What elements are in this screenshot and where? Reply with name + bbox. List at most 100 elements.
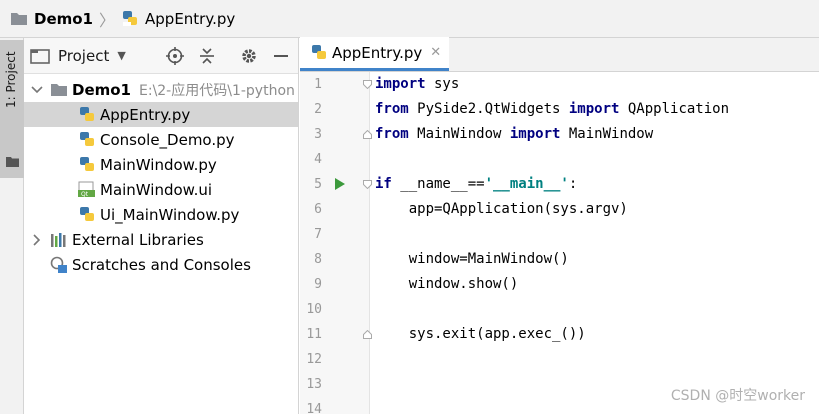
- python-file-icon: [78, 156, 96, 174]
- tree-item-label: Demo1: [72, 80, 131, 99]
- python-file-icon: [78, 106, 96, 124]
- tab-appentry[interactable]: AppEntry.py ✕: [300, 37, 450, 71]
- project-folder-icon: [30, 48, 50, 64]
- line-number: 9: [314, 277, 322, 292]
- string-token: '__main__': [484, 176, 569, 192]
- chevron-down-icon[interactable]: [30, 85, 44, 94]
- folder-icon: [50, 81, 68, 99]
- python-file-icon: [122, 10, 139, 27]
- qt-file-icon: Qt: [78, 181, 96, 199]
- tree-item-label: AppEntry.py: [100, 105, 191, 124]
- fold-marker-icon[interactable]: [363, 180, 372, 189]
- svg-text:Qt: Qt: [81, 191, 89, 198]
- code-token: MainWindow: [560, 126, 654, 142]
- code-line[interactable]: sys.exit(app.exec_()): [375, 322, 586, 347]
- tree-item-label: Ui_MainWindow.py: [100, 205, 240, 224]
- code-token: sys: [425, 76, 460, 92]
- fold-marker-icon[interactable]: [363, 130, 372, 139]
- tree-item-label: Scratches and Consoles: [72, 255, 251, 274]
- code-token: QApplication: [619, 101, 730, 117]
- python-file-icon: [310, 44, 328, 62]
- code-line[interactable]: import sys: [375, 72, 459, 97]
- run-icon[interactable]: [335, 178, 345, 190]
- breadcrumb-file-label: AppEntry.py: [145, 9, 236, 28]
- keyword-token: import: [509, 126, 561, 142]
- project-view-selector[interactable]: Project ▼: [30, 47, 126, 65]
- tree-item-console-demo[interactable]: Console_Demo.py: [24, 127, 298, 152]
- fold-marker-icon[interactable]: [363, 330, 372, 339]
- tab-label: AppEntry.py: [332, 43, 423, 62]
- project-tool-tab[interactable]: 1: Project: [0, 40, 24, 178]
- keyword-token: import: [568, 101, 620, 117]
- close-icon[interactable]: ✕: [430, 45, 441, 60]
- chevron-down-icon: ▼: [117, 49, 126, 62]
- scratches-icon: [50, 256, 68, 274]
- line-number: 6: [314, 202, 322, 217]
- line-number: 10: [306, 302, 322, 317]
- keyword-token: from: [375, 126, 409, 142]
- breadcrumb-project[interactable]: Demo1: [10, 0, 93, 37]
- minimize-icon[interactable]: [272, 47, 290, 65]
- editor-tabs: AppEntry.py ✕: [300, 37, 819, 72]
- collapse-all-icon[interactable]: [198, 47, 216, 65]
- code-line[interactable]: if __name__=='__main__':: [375, 172, 577, 197]
- line-number: 1: [314, 77, 322, 92]
- project-path: E:\2-应用代码\1-python: [139, 82, 295, 99]
- breadcrumb-file[interactable]: AppEntry.py: [122, 0, 235, 37]
- project-tool-tab-label: 1: Project: [4, 51, 18, 108]
- line-number: 4: [314, 152, 322, 167]
- project-panel: Project ▼ Demo1 E:\2-应用代码\1-python AppEn…: [24, 38, 299, 414]
- tree-item-external-libraries[interactable]: External Libraries: [24, 227, 298, 252]
- python-file-icon: [78, 206, 96, 224]
- code-token: app=QApplication(sys.argv): [375, 201, 628, 217]
- code-token: :: [568, 176, 578, 192]
- code-token: window=MainWindow(): [375, 251, 569, 267]
- code-area[interactable]: import sys from PySide2.QtWidgets import …: [375, 72, 819, 414]
- tree-item-ui-mainwindow[interactable]: Ui_MainWindow.py: [24, 202, 298, 227]
- gear-icon[interactable]: [240, 47, 258, 65]
- project-panel-title: Project: [58, 46, 110, 65]
- locate-target-icon[interactable]: [166, 47, 184, 65]
- code-token: __name__==: [391, 176, 485, 192]
- code-line[interactable]: window=MainWindow(): [375, 247, 569, 272]
- line-number: 7: [314, 227, 322, 242]
- chevron-right-icon[interactable]: [30, 233, 44, 246]
- code-line[interactable]: app=QApplication(sys.argv): [375, 197, 628, 222]
- tree-item-appentry[interactable]: AppEntry.py: [24, 102, 298, 127]
- line-number: 3: [314, 127, 322, 142]
- code-editor: AppEntry.py ✕ 1 2 3 4 5 6 7 8 9 10 11 12 13 14 import…: [300, 37, 819, 414]
- tool-window-stripe: 1: Project: [0, 38, 24, 414]
- fold-marker-icon[interactable]: [363, 80, 372, 89]
- code-line[interactable]: window.show(): [375, 272, 519, 297]
- line-number: 14: [306, 402, 322, 414]
- project-panel-header: Project ▼: [24, 38, 298, 74]
- tree-item-mainwindow-ui[interactable]: Qt MainWindow.ui: [24, 177, 298, 202]
- keyword-token: from: [375, 101, 409, 117]
- tree-item-label: Console_Demo.py: [100, 130, 235, 149]
- line-number: 11: [306, 327, 322, 342]
- navigation-bar: Demo1 〉 AppEntry.py: [0, 0, 819, 38]
- folder-icon: [10, 11, 28, 26]
- keyword-token: import: [375, 76, 426, 92]
- code-line[interactable]: from MainWindow import MainWindow: [375, 122, 653, 147]
- chevron-right-icon: 〉: [99, 10, 116, 30]
- code-token: sys.exit(app.exec_()): [375, 326, 586, 342]
- line-number: 2: [314, 102, 322, 117]
- folder-icon: [6, 155, 19, 171]
- code-line[interactable]: from PySide2.QtWidgets import QApplicati…: [375, 97, 729, 122]
- line-number: 5: [314, 177, 322, 192]
- line-number: 12: [306, 352, 322, 367]
- line-number: 8: [314, 252, 322, 267]
- watermark: CSDN @时空worker: [670, 388, 805, 404]
- tree-item-demo1[interactable]: Demo1 E:\2-应用代码\1-python: [24, 77, 298, 102]
- breadcrumb-project-label: Demo1: [34, 9, 93, 28]
- tree-item-label: MainWindow.py: [100, 155, 217, 174]
- keyword-token: if: [375, 176, 392, 192]
- python-file-icon: [78, 131, 96, 149]
- libraries-icon: [50, 231, 68, 249]
- tree-item-mainwindow-py[interactable]: MainWindow.py: [24, 152, 298, 177]
- tree-item-label: MainWindow.ui: [100, 180, 213, 199]
- tree-item-scratches[interactable]: Scratches and Consoles: [24, 252, 298, 277]
- code-token: window.show(): [375, 276, 519, 292]
- code-token: PySide2.QtWidgets: [408, 101, 569, 117]
